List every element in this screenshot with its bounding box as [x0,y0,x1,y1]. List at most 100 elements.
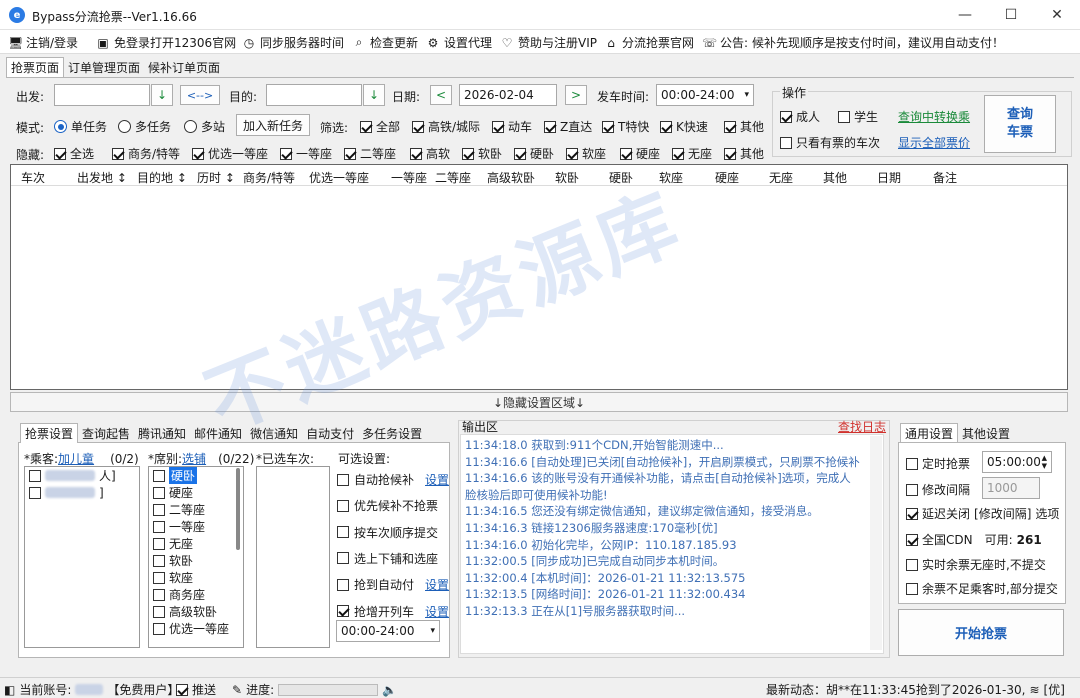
list-item[interactable]: 商务座 [149,586,243,603]
grab-time-select[interactable]: 00:00-24:00 ▾ [336,620,440,642]
column-header[interactable]: 日期 [877,169,901,186]
swap-stations-button[interactable]: <--> [180,85,220,105]
hide-option[interactable]: 二等座 [344,145,396,162]
mode-multi[interactable]: 多任务 [118,118,171,135]
hide-option[interactable]: 其他 [724,145,764,162]
column-header[interactable]: 无座 [769,169,793,186]
filter-option[interactable]: K快速 [660,118,708,135]
hide-option[interactable]: 软卧 [462,145,502,162]
optional-checkbox[interactable] [337,499,349,512]
list-item[interactable]: 硬座 [149,484,243,501]
hide-checkbox[interactable] [344,147,356,160]
delay-close-option[interactable]: 延迟关闭 [修改间隔] 选项 [906,505,1059,522]
menu-sync-time[interactable]: ◷ 同步服务器时间 [242,34,344,51]
close-button[interactable]: ✕ [1034,0,1080,30]
radio-single[interactable] [54,120,67,133]
menu-proxy[interactable]: ⚙ 设置代理 [426,34,492,51]
column-header[interactable]: 软座 [659,169,683,186]
adult-option[interactable]: 成人 [780,108,820,125]
filter-option[interactable]: 全部 [360,118,400,135]
passenger-checkbox[interactable] [29,469,41,482]
column-header[interactable]: 优选一等座 [309,169,369,186]
timed-grab-option[interactable]: 定时抢票 [906,455,970,472]
hide-checkbox[interactable] [280,147,292,160]
seat-checkbox[interactable] [153,554,165,567]
menu-login[interactable]: 🖥 注销/登录 [8,34,78,51]
list-item[interactable]: 无座 [149,535,243,552]
filter-checkbox[interactable] [724,120,736,133]
menu-sponsor-vip[interactable]: ♡ 赞助与注册VIP [500,34,597,51]
hide-checkbox[interactable] [192,147,204,160]
optional-option[interactable]: 优先候补不抢票 [337,497,438,514]
optional-option[interactable]: 选上下铺和选座 [337,550,438,567]
cdn-option[interactable]: 全国CDN 可用: 261 [906,531,1042,548]
hide-option[interactable]: 优选一等座 [192,145,268,162]
radio-multistation[interactable] [184,120,197,133]
hide-option[interactable]: 一等座 [280,145,332,162]
tab-general-settings[interactable]: 通用设置 [900,423,959,443]
transfer-query-link[interactable]: 查询中转换乘 [898,108,970,125]
list-item[interactable]: 优选一等座 [149,620,243,637]
partial-option[interactable]: 余票不足乘客时,部分提交 [906,580,1058,597]
optional-option[interactable]: 按车次顺序提交 [337,524,438,541]
seat-checkbox[interactable] [153,537,165,550]
add-task-button[interactable]: 加入新任务 [236,114,310,136]
hide-checkbox[interactable] [462,147,474,160]
seat-checkbox[interactable] [153,520,165,533]
to-dropdown-button[interactable]: ↓ [363,84,385,106]
filter-option[interactable]: 高铁/城际 [412,118,480,135]
hide-option[interactable]: 软座 [566,145,606,162]
column-header[interactable]: 出发地 ↕ [77,169,127,186]
optional-option[interactable]: 抢到自动付 设置 [337,576,449,593]
show-all-prices-link[interactable]: 显示全部票价 [898,134,970,151]
seat-list-scrollbar[interactable] [236,468,240,550]
seat-checkbox[interactable] [153,503,165,516]
settings-tab[interactable]: 邮件通知 [190,423,246,443]
student-checkbox[interactable] [838,110,850,123]
filter-checkbox[interactable] [602,120,614,133]
list-item[interactable]: 软座 [149,569,243,586]
only-available-option[interactable]: 只看有票的车次 [780,134,880,151]
hide-checkbox[interactable] [514,147,526,160]
only-available-checkbox[interactable] [780,136,792,149]
filter-checkbox[interactable] [412,120,424,133]
tab-other-settings[interactable]: 其他设置 [958,423,1014,443]
list-item[interactable]: 硬卧 [149,467,243,484]
column-header[interactable]: 备注 [933,169,957,186]
menu-announcement[interactable]: ☏ 公告: 候补先现顺序是按支付时间，建议用自动支付！ [702,34,1004,51]
seat-checkbox[interactable] [153,469,165,482]
add-child-link[interactable]: 加儿童 [58,452,94,466]
start-grab-button[interactable]: 开始抢票 [898,609,1064,656]
filter-checkbox[interactable] [360,120,372,133]
optional-checkbox[interactable] [337,526,349,539]
output-log[interactable]: 11:34:18.0 获取到:911个CDN,开始智能测速中... 11:34:1… [460,434,884,654]
push-status[interactable]: 推送 [176,681,216,698]
tab-grab[interactable]: 抢票页面 [6,57,65,77]
column-header[interactable]: 其他 [823,169,847,186]
depart-time-select[interactable]: 00:00-24:00 ▾ [656,84,754,106]
log-scrollbar[interactable] [870,436,882,650]
tab-orders[interactable]: 订单管理页面 [64,57,144,77]
optional-checkbox[interactable] [337,473,349,486]
filter-checkbox[interactable] [492,120,504,133]
list-item[interactable]: 人] [25,467,139,484]
hide-option[interactable]: 商务/特等 [112,145,180,162]
realtime-option[interactable]: 实时余票无座时,不提交 [906,556,1046,573]
filter-option[interactable]: 其他 [724,118,764,135]
hide-option[interactable]: 无座 [672,145,712,162]
adult-checkbox[interactable] [780,110,792,123]
hide-option[interactable]: 全选 [54,145,94,162]
passenger-list[interactable]: 人] ] [24,466,140,648]
prev-date-button[interactable]: < [430,85,452,105]
minimize-button[interactable]: — [942,0,988,30]
settings-tab[interactable]: 多任务设置 [358,423,426,443]
hide-checkbox[interactable] [620,147,632,160]
interval-checkbox[interactable] [906,483,918,496]
hide-checkbox[interactable] [672,147,684,160]
column-header[interactable]: 二等座 [435,169,471,186]
delay-close-checkbox[interactable] [906,507,918,520]
optional-checkbox[interactable] [337,552,349,565]
mode-single[interactable]: 单任务 [54,118,107,135]
column-header[interactable]: 商务/特等 [243,169,295,186]
push-checkbox[interactable] [176,683,188,696]
